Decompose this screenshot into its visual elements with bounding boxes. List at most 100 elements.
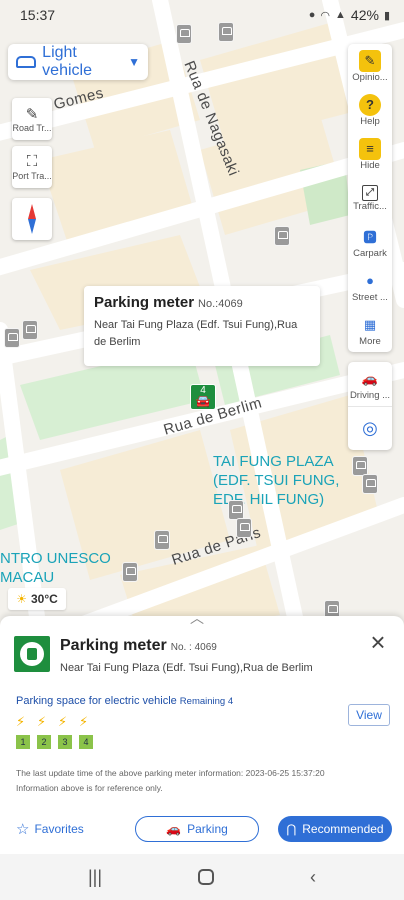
update-note-line: Information above is for reference only. [16,783,163,793]
right-toolbar-secondary: 🚗 Driving ... ◎ [348,362,392,450]
more-label: More [359,335,381,347]
recent-apps-icon[interactable]: ||| [88,867,102,888]
car-park-icon: 🅿 [363,230,377,245]
parking-pin-icon[interactable] [22,320,38,340]
parking-pin-icon[interactable] [362,474,378,494]
port-traffic-icon: ⛶ [26,153,38,170]
help-button[interactable]: ? Help [348,88,392,132]
parking-label: Parking [187,822,228,836]
wifi-icon: ◠ [320,9,331,22]
traffic-label: Traffic... [353,200,387,212]
close-button[interactable]: × [364,629,392,658]
pencil-icon: ✎ [359,49,381,72]
poi-line: (EDF. TSUI FUNG, [213,472,340,489]
battery-level: 42% [350,7,379,23]
road-traffic-label: Road Tr... [12,123,52,133]
system-nav-bar: ||| ‹ [0,854,404,900]
parking-pin-icon[interactable] [154,530,170,550]
parking-detail-sheet: ︿ Parking meter No. : 4069 × Near Tai Fun… [0,610,404,854]
ev-remaining: Remaining 4 [179,696,234,707]
street-button[interactable]: ● Street ... [348,264,392,308]
car-icon [16,56,37,68]
opinion-button[interactable]: ✎ Opinio... [348,44,392,88]
traffic-button[interactable]: ⤢ Traffic... [348,176,392,220]
view-button[interactable]: View [348,704,390,726]
route-icon: ⋂ [286,822,297,836]
lightning-icon: ⚡ [37,714,47,729]
lightning-icon: ⚡ [58,714,68,729]
road-traffic-button[interactable]: ✎ Road Tr... [12,98,52,140]
ev-charger-icons: ⚡ ⚡ ⚡ ⚡ [16,714,89,730]
sheet-address: Near Tai Fung Plaza (Edf. Tsui Fung),Rua… [60,662,313,674]
status-time: 15:37 [20,7,56,23]
locate-me-button[interactable]: ◎ [348,406,392,450]
parking-button[interactable]: 🚗 Parking [135,816,259,842]
popup-number: No.:4069 [198,298,243,310]
update-note: The last update time of the above parkin… [16,766,386,796]
favorites-button[interactable]: ☆ Favorites [16,820,84,838]
popup-address: Near Tai Fung Plaza (Edf. Tsui Fung),Rua… [94,319,298,348]
parking-pin-icon[interactable] [228,500,244,520]
right-toolbar: ✎ Opinio... ? Help ≡ Hide ⤢ Traffic... 🅿… [348,44,392,352]
location-icon: ● [308,9,316,21]
home-icon[interactable] [198,869,214,885]
vehicle-type-dropdown[interactable]: Light vehicle ▼ [8,44,148,80]
recommended-label: Recommended [302,822,384,836]
parking-pin-icon[interactable] [4,328,20,348]
poi-unesco-macau[interactable]: NTRO UNESCO MACAU [0,549,111,587]
ev-slot: 2 [37,735,51,749]
car-icon: 🚗 [361,370,379,386]
ev-slot: 4 [79,735,93,749]
recommended-button[interactable]: ⋂ Recommended [278,816,392,842]
lightning-icon: ⚡ [16,714,26,729]
parking-pin-icon[interactable] [352,456,368,476]
ev-slot: 3 [58,735,72,749]
sheet-title: Parking meter No. : 4069 [60,637,217,655]
ev-slot-list: 1 2 3 4 [16,735,93,749]
dropdown-caret-icon: ▼ [128,55,140,69]
selected-parking-marker[interactable]: 4 🚘 [190,384,216,410]
car-icon: 🚘 [195,394,211,408]
carpark-button[interactable]: 🅿 Carpark [348,220,392,264]
carpark-label: Carpark [353,247,387,259]
weather-temperature: 30°C [30,592,58,606]
layers-icon: ≡ [359,137,381,160]
parking-pin-icon[interactable] [274,226,290,246]
battery-icon: ▮ [383,9,390,22]
back-icon[interactable]: ‹ [310,867,316,888]
popup-title: Parking meter No.:4069 [94,294,310,311]
compass-button[interactable] [12,198,52,240]
port-traffic-button[interactable]: ⛶ Port Tra... [12,146,52,188]
opinion-label: Opinio... [352,71,388,83]
popup-title-text: Parking meter [94,294,195,311]
sheet-title-text: Parking meter [60,637,167,654]
lightning-icon: ⚡ [79,714,89,729]
ev-heading-text: Parking space for electric vehicle [16,695,177,707]
weather-icon: ☀ [16,592,27,606]
poi-line: NTRO UNESCO [0,550,111,567]
grid-icon: ▦ [363,316,377,332]
question-icon: ? [359,93,381,116]
more-button[interactable]: ▦ More [348,308,392,352]
sheet-handle-icon[interactable]: ︿ [190,608,204,628]
hide-label: Hide [360,159,380,171]
locate-icon: ◎ [362,418,378,438]
poi-line: TAI FUNG PLAZA [213,453,334,470]
signal-icon: ▲ [335,9,346,21]
weather-badge[interactable]: ☀ 30°C [8,588,66,610]
parking-pin-icon[interactable] [122,562,138,582]
compass-icon [28,204,36,234]
map-info-popup[interactable]: Parking meter No.:4069 Near Tai Fung Plaz… [84,286,320,366]
status-bar: 15:37 ● ◠ ▲ 42% ▮ [0,0,404,30]
street-icon: ● [366,273,374,288]
sheet-number: No. : 4069 [170,642,217,653]
driving-button[interactable]: 🚗 Driving ... [348,362,392,406]
ev-slot: 1 [16,735,30,749]
parking-pin-icon[interactable] [236,518,252,538]
map-view[interactable]: a Gomes Rua de Nagasaki Rua de Berlim Ru… [0,0,404,640]
poi-line: MACAU [0,569,55,586]
help-label: Help [360,115,380,127]
hide-button[interactable]: ≡ Hide [348,132,392,176]
port-traffic-label: Port Tra... [12,171,52,181]
vehicle-type-label: Light vehicle [42,44,92,79]
